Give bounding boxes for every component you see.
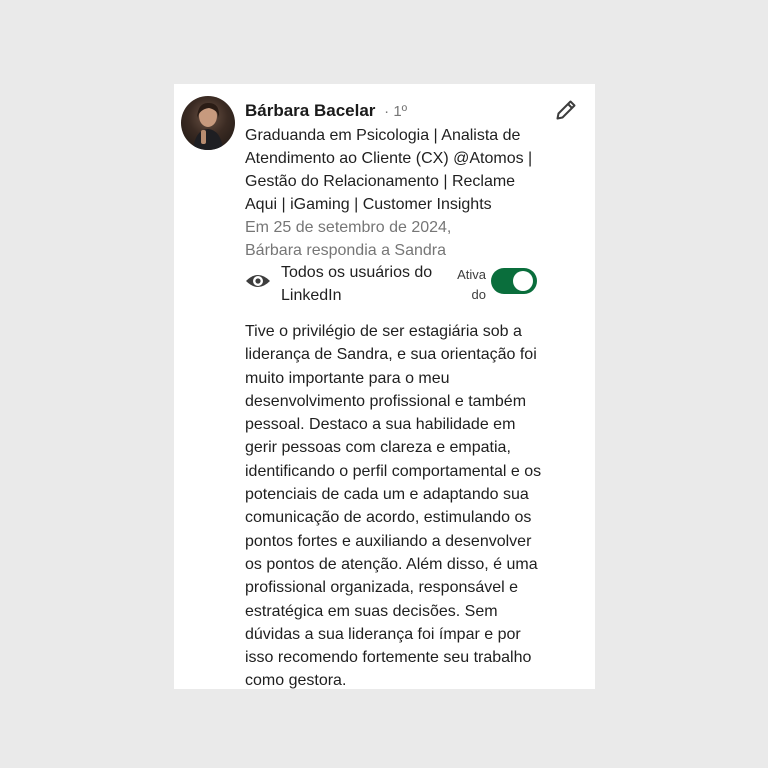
connection-degree: · 1º [384,103,408,120]
eye-icon [246,275,270,287]
visibility-label: Todos os usuários do LinkedIn [281,264,433,304]
author-name[interactable]: Bárbara Bacelar [245,101,375,120]
author-headline: Graduanda em Psicologia | Analista de At… [245,127,533,213]
toggle-knob [513,271,533,291]
visibility-toggle[interactable] [491,268,537,294]
edit-button[interactable] [552,96,580,124]
toggle-label: Ativa do [446,265,486,305]
recommendation-card: Bárbara Bacelar · 1º Graduanda em Psicol… [174,84,595,689]
avatar[interactable] [181,96,235,150]
recommendation-text: Tive o privilégio de ser estagiária sob … [245,323,542,689]
author-name-row: Bárbara Bacelar · 1º [245,100,407,123]
pencil-icon [556,100,576,120]
toggle-label-line2: do [471,287,486,302]
recommendation-date: Em 25 de setembro de 2024, Bárbara respo… [245,219,452,259]
toggle-label-line1: Ativa [457,267,486,282]
visibility-row: Todos os usuários do LinkedIn Ativa do [245,261,545,307]
avatar-photo [193,102,223,150]
